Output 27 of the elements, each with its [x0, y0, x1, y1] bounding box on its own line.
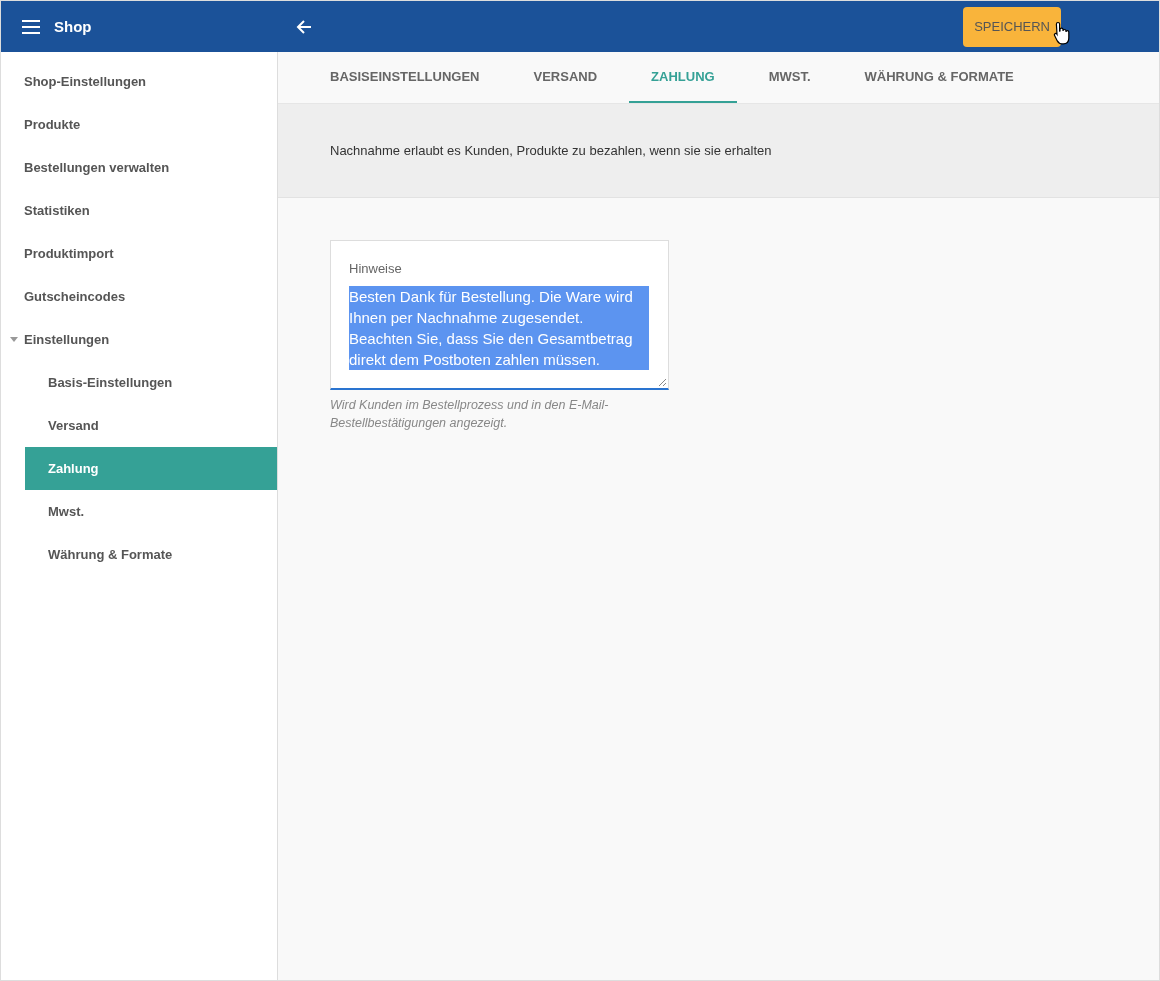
- tab[interactable]: VERSAND: [511, 52, 620, 103]
- sidebar-item[interactable]: Gutscheincodes: [1, 275, 277, 318]
- info-text: Nachnahme erlaubt es Kunden, Produkte zu bezahlen, wenn sie sie erhalten: [330, 143, 772, 158]
- field-value: Besten Dank für Bestellung. Die Ware wird Ihnen per Nachnahme zugesendet. Beachten Sie, dass Sie den Gesamtbetrag direkt dem Postboten zahlen müssen.: [349, 286, 649, 370]
- tab[interactable]: WÄHRUNG & FORMATE: [842, 52, 1036, 103]
- menu-icon[interactable]: [22, 19, 40, 34]
- back-arrow-icon[interactable]: [296, 18, 312, 35]
- sidebar-item[interactable]: Währung & Formate: [25, 533, 277, 576]
- notes-textarea[interactable]: Hinweise Besten Dank für Bestellung. Die Ware wird Ihnen per Nachnahme zugesendet. Beachten Sie, dass Sie den Gesamtbetrag direkt dem Postboten zahlen müssen.: [330, 240, 669, 390]
- save-button[interactable]: SPEICHERN: [963, 6, 1061, 47]
- hand-cursor-icon: [1053, 20, 1072, 45]
- sidebar-item[interactable]: Basis-Einstellungen: [25, 361, 277, 404]
- field-label: Hinweise: [349, 261, 403, 276]
- sidebar-item[interactable]: Versand: [25, 404, 277, 447]
- app-title: Shop: [54, 18, 92, 35]
- sidebar-item[interactable]: Bestellungen verwalten: [1, 146, 277, 189]
- tab[interactable]: MWST.: [746, 52, 833, 103]
- sidebar-item[interactable]: Statistiken: [1, 189, 277, 232]
- resize-grip-icon[interactable]: [658, 378, 666, 386]
- tab[interactable]: BASISEINSTELLUNGEN: [308, 52, 502, 103]
- sidebar-item[interactable]: Produktimport: [1, 232, 277, 275]
- sidebar-item[interactable]: Einstellungen: [1, 318, 277, 361]
- sidebar-item[interactable]: Shop-Einstellungen: [1, 60, 277, 103]
- caret-icon: [10, 337, 18, 342]
- sidebar-item[interactable]: Mwst.: [25, 490, 277, 533]
- sidebar-item[interactable]: Produkte: [1, 103, 277, 146]
- field-hint: Wird Kunden im Bestellprozess und in den E-Mail-Bestellbestätigungen angezeigt.: [330, 397, 610, 432]
